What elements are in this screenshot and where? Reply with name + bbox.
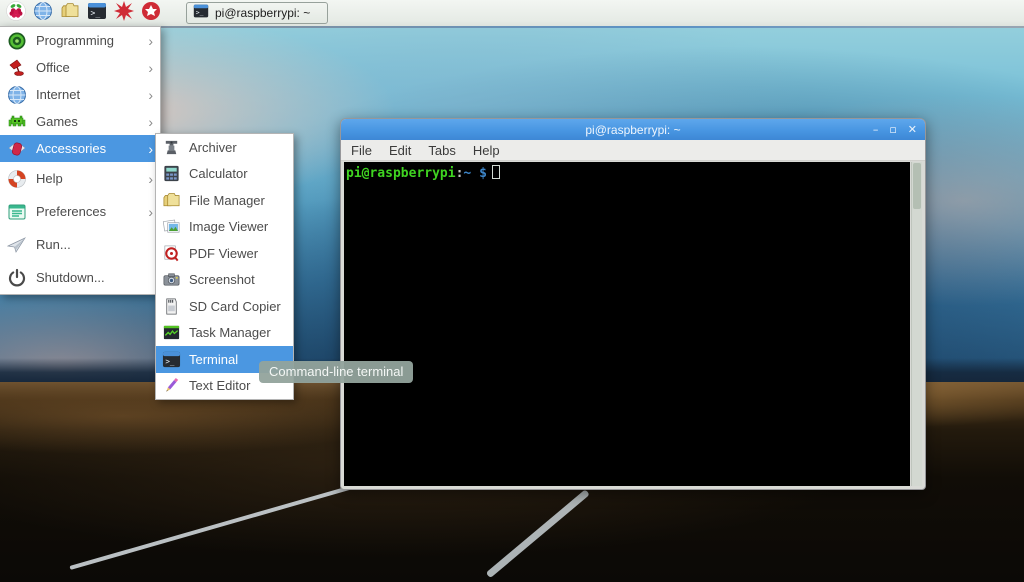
task-manager-icon: [162, 323, 181, 342]
internet-globe-icon: [7, 85, 27, 105]
menubar-file[interactable]: File: [348, 142, 375, 159]
submenu-arrow-icon: ›: [148, 88, 153, 102]
submenu-arrow-icon: ›: [148, 142, 153, 156]
menu-item-office[interactable]: Office ›: [0, 54, 160, 81]
svg-text:>_: >_: [196, 8, 204, 16]
file-manager-folders-icon: [162, 191, 181, 210]
menu-button[interactable]: [2, 1, 29, 25]
office-icon: [7, 58, 27, 78]
menubar-edit[interactable]: Edit: [386, 142, 414, 159]
taskbar-window-button[interactable]: >_ pi@raspberrypi: ~: [186, 2, 328, 24]
menu-item-run[interactable]: Run...: [0, 228, 160, 261]
submenu-item-screenshot[interactable]: Screenshot: [156, 267, 293, 294]
text-editor-pencil-icon: [162, 376, 181, 395]
menu-item-shutdown[interactable]: Shutdown...: [0, 261, 160, 294]
browser-launcher[interactable]: [29, 1, 56, 25]
scrollbar-thumb[interactable]: [913, 163, 921, 209]
menubar-help[interactable]: Help: [470, 142, 503, 159]
tooltip: Command-line terminal: [259, 361, 413, 383]
archiver-clamp-icon: [162, 138, 181, 157]
wolfram-launcher[interactable]: [137, 1, 164, 25]
submenu-item-image-viewer[interactable]: Image Viewer: [156, 214, 293, 241]
close-icon[interactable]: ✕: [908, 124, 917, 135]
calculator-icon: [162, 164, 181, 183]
programming-icon: [7, 31, 27, 51]
file-manager-folders-icon: [60, 1, 80, 26]
submenu-item-sd-card-copier[interactable]: SD Card Copier: [156, 293, 293, 320]
terminal-icon: >_: [162, 350, 181, 369]
help-lifebuoy-icon: [7, 169, 27, 189]
terminal-cursor: [492, 165, 500, 179]
submenu-arrow-icon: ›: [148, 61, 153, 75]
svg-text:>_: >_: [165, 357, 175, 366]
submenu-item-file-manager[interactable]: File Manager: [156, 187, 293, 214]
submenu-item-archiver[interactable]: Archiver: [156, 134, 293, 161]
shell-prompt: pi@raspberrypi:~ $: [346, 165, 908, 181]
menu-item-help[interactable]: Help ›: [0, 162, 160, 195]
web-browser-globe-icon: [33, 1, 53, 26]
terminal-window: pi@raspberrypi: ~ – ▫ ✕ File Edit Tabs H…: [340, 118, 926, 490]
shutdown-power-icon: [7, 268, 27, 288]
menu-item-programming[interactable]: Programming ›: [0, 27, 160, 54]
menu-item-games[interactable]: Games ›: [0, 108, 160, 135]
minimize-icon[interactable]: –: [873, 124, 879, 135]
submenu-item-calculator[interactable]: Calculator: [156, 161, 293, 188]
taskbar-window-label: pi@raspberrypi: ~: [215, 6, 310, 20]
submenu-arrow-icon: ›: [148, 34, 153, 48]
accessories-knife-icon: [7, 139, 27, 159]
terminal-titlebar[interactable]: pi@raspberrypi: ~ – ▫ ✕: [341, 119, 925, 140]
submenu-item-pdf-viewer[interactable]: PDF Viewer: [156, 240, 293, 267]
applications-menu: Programming › Office › Internet › Games …: [0, 26, 161, 295]
submenu-arrow-icon: ›: [148, 172, 153, 186]
preferences-icon: [7, 202, 27, 222]
submenu-arrow-icon: ›: [148, 115, 153, 129]
menu-item-accessories[interactable]: Accessories ›: [0, 135, 160, 162]
games-invader-icon: [7, 112, 27, 132]
mathematica-launcher[interactable]: [110, 1, 137, 25]
mathematica-spikey-icon: [114, 1, 134, 26]
menu-item-preferences[interactable]: Preferences ›: [0, 195, 160, 228]
pdf-viewer-icon: [162, 244, 181, 263]
wolfram-icon: [141, 1, 161, 26]
terminal-launcher[interactable]: >_: [83, 1, 110, 25]
terminal-output-area[interactable]: pi@raspberrypi:~ $: [344, 162, 910, 486]
screenshot-camera-icon: [162, 270, 181, 289]
tooltip-text: Command-line terminal: [269, 364, 403, 379]
file-manager-launcher[interactable]: [56, 1, 83, 25]
terminal-scrollbar[interactable]: [911, 162, 922, 486]
menu-item-internet[interactable]: Internet ›: [0, 81, 160, 108]
taskbar: >_ >_ pi@raspberrypi: ~: [0, 0, 1024, 26]
submenu-item-task-manager[interactable]: Task Manager: [156, 320, 293, 347]
terminal-icon: >_: [193, 3, 209, 24]
accessories-submenu: Archiver Calculator File Manager Image V…: [155, 133, 294, 400]
window-title: pi@raspberrypi: ~: [585, 123, 680, 137]
run-paper-plane-icon: [7, 235, 27, 255]
maximize-icon[interactable]: ▫: [889, 124, 896, 135]
window-controls: – ▫ ✕: [873, 119, 917, 140]
submenu-arrow-icon: ›: [148, 205, 153, 219]
raspberry-menu-icon: [6, 1, 26, 26]
sd-card-icon: [162, 297, 181, 316]
svg-text:>_: >_: [90, 8, 100, 17]
terminal-menubar: File Edit Tabs Help: [341, 140, 925, 161]
image-viewer-photos-icon: [162, 217, 181, 236]
menubar-tabs[interactable]: Tabs: [425, 142, 458, 159]
terminal-icon: >_: [87, 1, 107, 26]
